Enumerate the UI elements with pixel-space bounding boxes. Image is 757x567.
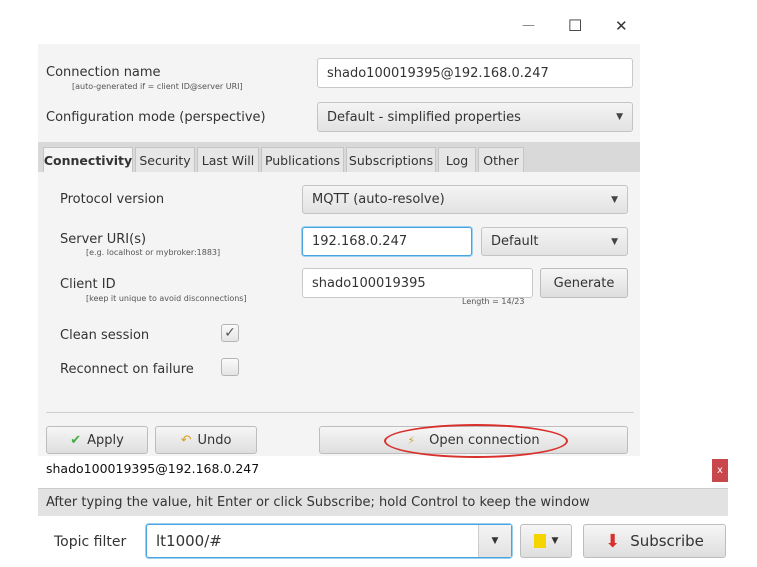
server-uri-input[interactable]: 192.168.0.247 <box>302 227 472 256</box>
download-icon: ⬇ <box>605 530 621 552</box>
client-id-input[interactable]: shado100019395 <box>302 268 533 298</box>
connection-name-input[interactable]: shado100019395@192.168.0.247 <box>317 58 633 88</box>
check-icon: ✔ <box>70 432 82 448</box>
topic-filter-combo[interactable]: lt1000/# ▼ <box>146 524 512 558</box>
port-mode-value: Default <box>491 234 539 249</box>
protocol-label: Protocol version <box>60 192 165 207</box>
connection-name-hint: [auto-generated if = client ID@server UR… <box>72 82 243 91</box>
clean-session-label: Clean session <box>60 328 150 343</box>
close-window-button[interactable]: ✕ <box>615 17 628 35</box>
apply-label: Apply <box>87 432 124 448</box>
topic-filter-input[interactable]: lt1000/# <box>147 532 478 550</box>
clean-session-checkbox[interactable]: ✓ <box>221 324 239 342</box>
port-mode-select[interactable]: Default ▼ <box>481 227 628 256</box>
apply-button[interactable]: ✔ Apply <box>46 426 148 454</box>
subscribe-label: Subscribe <box>630 532 704 550</box>
tab-publications[interactable]: Publications <box>261 147 344 172</box>
highlight-ellipse <box>384 424 568 458</box>
client-id-hint: [keep it unique to avoid disconnections] <box>86 294 247 303</box>
server-uri-label: Server URI(s) <box>60 232 147 247</box>
hint-text: After typing the value, hit Enter or cli… <box>46 495 590 510</box>
subscribe-button[interactable]: ⬇ Subscribe <box>583 524 726 558</box>
connection-tab-title[interactable]: shado100019395@192.168.0.247 <box>46 461 259 476</box>
tab-other[interactable]: Other <box>478 147 524 172</box>
undo-button[interactable]: ↶ Undo <box>155 426 257 454</box>
chevron-down-icon: ▼ <box>611 236 618 247</box>
maximize-button[interactable]: ☐ <box>568 16 582 35</box>
tab-bar: Connectivity Security Last Will Publicat… <box>38 142 640 172</box>
checkmark-icon: ✓ <box>224 325 236 341</box>
undo-icon: ↶ <box>180 432 192 448</box>
close-connection-button[interactable]: x <box>712 459 728 482</box>
chevron-down-icon: ▼ <box>616 112 623 122</box>
tab-security[interactable]: Security <box>135 147 195 172</box>
client-id-length: Length = 14/23 <box>462 297 525 306</box>
reconnect-label: Reconnect on failure <box>60 362 194 377</box>
tab-log[interactable]: Log <box>438 147 476 172</box>
chevron-down-icon: ▼ <box>551 536 559 546</box>
tab-subscriptions[interactable]: Subscriptions <box>346 147 436 172</box>
divider <box>46 412 634 413</box>
undo-label: Undo <box>197 432 232 448</box>
chevron-down-icon: ▼ <box>611 194 618 205</box>
color-swatch <box>533 534 546 548</box>
hint-bar: After typing the value, hit Enter or cli… <box>38 488 728 516</box>
chevron-down-icon[interactable]: ▼ <box>478 525 511 557</box>
config-mode-select[interactable]: Default - simplified properties ▼ <box>317 102 633 132</box>
server-uri-hint: [e.g. localhost or mybroker:1883] <box>86 248 221 257</box>
config-mode-value: Default - simplified properties <box>327 109 521 125</box>
config-mode-label: Configuration mode (perspective) <box>46 110 266 125</box>
minimize-button[interactable]: — <box>522 18 535 33</box>
client-id-label: Client ID <box>60 277 116 292</box>
connection-name-label: Connection name <box>46 65 161 80</box>
topic-filter-label: Topic filter <box>54 534 127 550</box>
generate-button[interactable]: Generate <box>540 268 628 298</box>
tab-connectivity[interactable]: Connectivity <box>43 147 133 172</box>
color-picker-button[interactable]: ▼ <box>520 524 572 558</box>
tab-last-will[interactable]: Last Will <box>197 147 259 172</box>
protocol-value: MQTT (auto-resolve) <box>312 192 445 207</box>
reconnect-checkbox[interactable] <box>221 358 239 376</box>
protocol-select[interactable]: MQTT (auto-resolve) ▼ <box>302 185 628 214</box>
